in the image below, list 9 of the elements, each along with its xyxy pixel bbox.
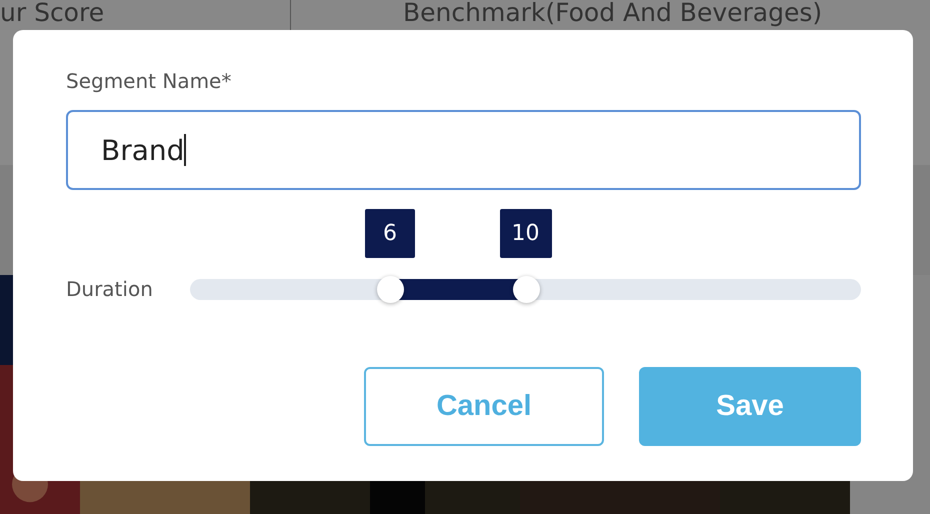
column-header: Benchmark(Food And Beverages) bbox=[403, 0, 822, 29]
value-tooltip: 10 bbox=[500, 208, 552, 258]
segment-name-field[interactable]: Brand bbox=[66, 110, 861, 190]
slider-handle[interactable] bbox=[512, 276, 540, 302]
value-tooltip: 6 bbox=[364, 208, 415, 258]
duration-label: Duration bbox=[66, 277, 154, 301]
field-label: Segment Name* bbox=[66, 68, 232, 94]
text-cursor bbox=[184, 134, 186, 166]
slider-handle[interactable] bbox=[376, 276, 404, 302]
